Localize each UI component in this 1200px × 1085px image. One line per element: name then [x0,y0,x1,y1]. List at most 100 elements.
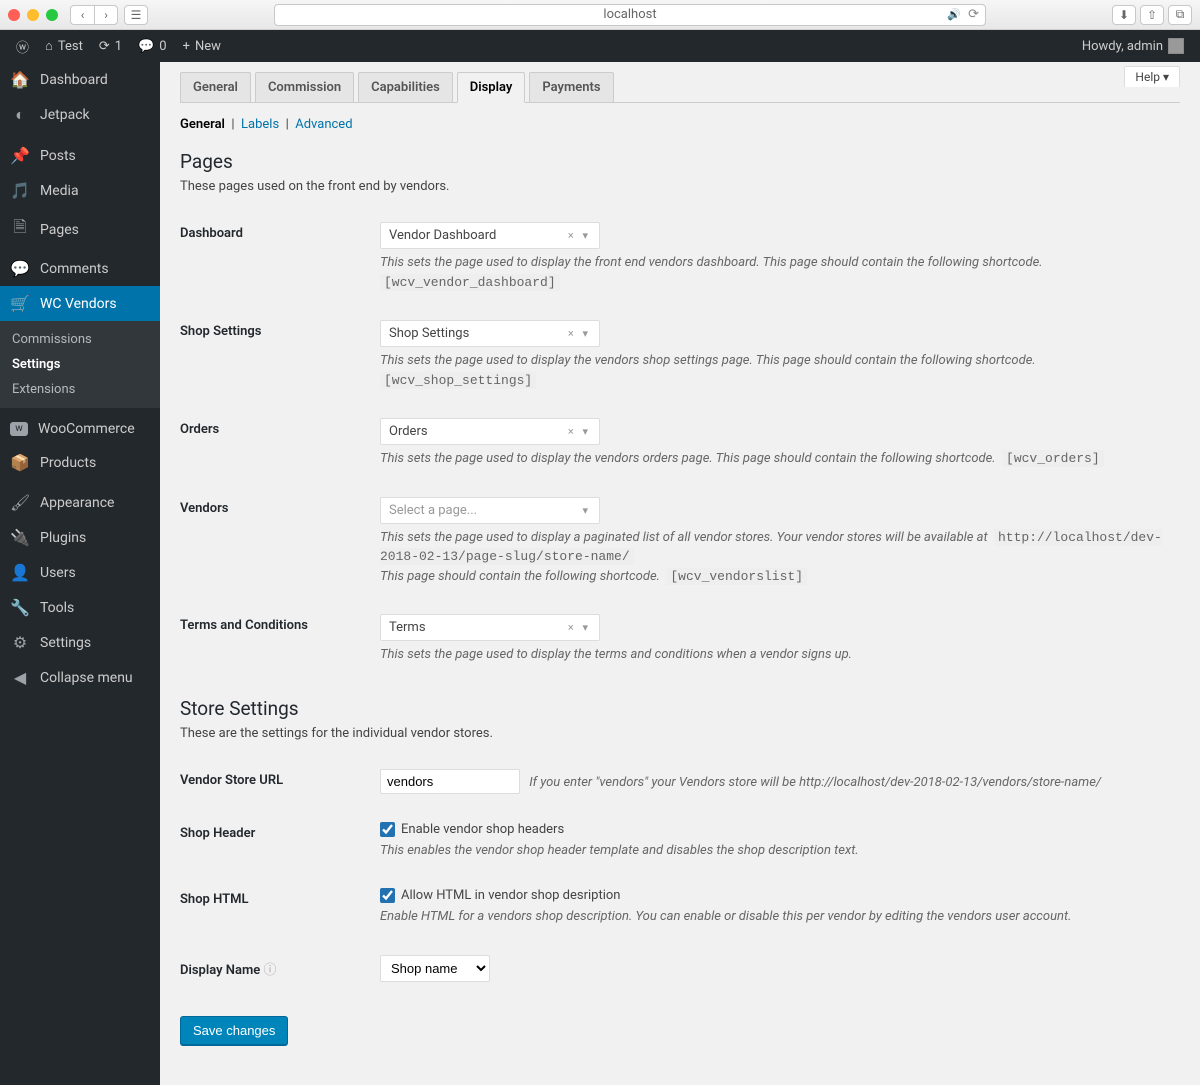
users-icon: 👤 [10,563,30,582]
dashboard-label: Dashboard [180,222,380,292]
cart-icon: 🛒 [10,294,30,313]
appearance-icon: 🖌 [10,493,30,512]
submenu-commissions[interactable]: Commissions [0,327,160,352]
store-url-help: If you enter "vendors" your Vendors stor… [529,775,1101,790]
orders-page-select[interactable]: Orders× ▾ [380,418,600,445]
terms-help: This sets the page used to display the t… [380,645,1180,665]
store-url-input[interactable] [380,769,520,794]
select-controls-icon: × ▾ [568,327,591,340]
wp-admin-bar: ⓦ ⌂Test ⟳1 💬0 +New Howdy, admin [0,30,1200,62]
minimize-window-icon[interactable] [27,9,39,21]
pages-icon: 🗎 [10,216,30,243]
sidebar-item-media[interactable]: 🎵Media [0,173,160,208]
shop-html-checkbox-label: Allow HTML in vendor shop desription [401,888,620,903]
tab-payments[interactable]: Payments [529,72,613,102]
woocommerce-icon: w [10,422,28,436]
select-controls-icon: × ▾ [568,621,591,634]
main-content: General Commission Capabilities Display … [160,62,1200,1085]
browser-chrome: ‹ › ☰ localhost 🔊 ⟳ ⬇ ⇧ ⧉ [0,0,1200,30]
help-tip-icon[interactable]: ⓘ [264,963,277,978]
shop-header-label: Shop Header [180,822,380,861]
admin-sidebar: 🏠Dashboard ◐Jetpack 📌Posts 🎵Media 🗎Pages… [0,62,160,1085]
vendors-page-select[interactable]: Select a page...▾ [380,497,600,524]
display-name-select[interactable]: Shop name [380,955,490,982]
sidebar-item-posts[interactable]: 📌Posts [0,138,160,173]
home-icon: ⌂ [45,38,53,54]
update-icon: ⟳ [99,39,110,54]
sidebar-item-users[interactable]: 👤Users [0,555,160,590]
tab-general[interactable]: General [180,72,251,102]
submenu-extensions[interactable]: Extensions [0,377,160,402]
display-name-label: Display Name ⓘ [180,955,380,982]
comments-link[interactable]: 💬0 [130,30,175,62]
reload-icon[interactable]: ⟳ [968,7,979,22]
subtab-advanced[interactable]: Advanced [295,117,352,132]
sidebar-item-dashboard[interactable]: 🏠Dashboard [0,62,160,97]
collapse-icon: ◀ [10,668,30,687]
close-window-icon[interactable] [8,9,20,21]
subtab-general[interactable]: General [180,117,225,132]
jetpack-icon: ◐ [10,105,30,125]
submenu-settings[interactable]: Settings [0,352,160,377]
store-url-label: Vendor Store URL [180,769,380,794]
select-controls-icon: × ▾ [568,425,591,438]
maximize-window-icon[interactable] [46,9,58,21]
site-link[interactable]: ⌂Test [37,30,91,62]
shop-header-checkbox[interactable] [380,822,395,837]
forward-button[interactable]: › [94,5,118,25]
sidebar-item-plugins[interactable]: 🔌Plugins [0,520,160,555]
store-heading: Store Settings [180,697,1180,720]
subtab-labels[interactable]: Labels [241,117,279,132]
shop-label: Shop Settings [180,320,380,390]
address-text: localhost [603,7,656,22]
pin-icon: 📌 [10,146,30,165]
products-icon: 📦 [10,453,30,472]
shop-help: This sets the page used to display the v… [380,351,1180,390]
dashboard-page-select[interactable]: Vendor Dashboard× ▾ [380,222,600,249]
settings-icon: ⚙ [10,633,30,652]
help-button[interactable]: Help ▾ [1124,66,1180,87]
tab-display[interactable]: Display [457,72,526,103]
shop-header-checkbox-label: Enable vendor shop headers [401,822,564,837]
orders-label: Orders [180,418,380,469]
sidebar-item-appearance[interactable]: 🖌Appearance [0,485,160,520]
plugins-icon: 🔌 [10,528,30,547]
updates-link[interactable]: ⟳1 [91,30,130,62]
sidebar-item-pages[interactable]: 🗎Pages [0,208,160,251]
sidebar-item-settings[interactable]: ⚙Settings [0,625,160,660]
wp-logo-link[interactable]: ⓦ [8,30,37,62]
back-button[interactable]: ‹ [70,5,94,25]
tab-capabilities[interactable]: Capabilities [358,72,453,102]
media-icon: 🎵 [10,181,30,200]
shop-html-help: Enable HTML for a vendors shop descripti… [380,907,1180,927]
sidebar-item-wcvendors[interactable]: 🛒WC Vendors [0,286,160,321]
terms-page-select[interactable]: Terms× ▾ [380,614,600,641]
store-desc: These are the settings for the individua… [180,726,1180,741]
pages-heading: Pages [180,150,1180,173]
select-controls-icon: × ▾ [568,229,591,242]
tab-bar: General Commission Capabilities Display … [180,72,1180,103]
orders-help: This sets the page used to display the v… [380,449,1180,469]
shop-page-select[interactable]: Shop Settings× ▾ [380,320,600,347]
speaker-icon[interactable]: 🔊 [947,8,961,21]
new-content-link[interactable]: +New [175,30,229,62]
sidebar-item-comments[interactable]: 💬Comments [0,251,160,286]
save-button[interactable]: Save changes [180,1016,288,1045]
download-button[interactable]: ⬇ [1112,5,1136,25]
tabs-button[interactable]: ⧉ [1168,5,1192,25]
address-bar[interactable]: localhost 🔊 ⟳ [274,4,986,26]
sidebar-item-jetpack[interactable]: ◐Jetpack [0,97,160,133]
shop-html-checkbox[interactable] [380,888,395,903]
terms-label: Terms and Conditions [180,614,380,665]
dashboard-help: This sets the page used to display the f… [380,253,1180,292]
sidebar-item-products[interactable]: 📦Products [0,445,160,480]
account-link[interactable]: Howdy, admin [1074,30,1192,62]
sidebar-submenu: Commissions Settings Extensions [0,321,160,408]
sidebar-item-woocommerce[interactable]: wWooCommerce [0,413,160,445]
tab-commission[interactable]: Commission [255,72,354,102]
sidebar-item-tools[interactable]: 🔧Tools [0,590,160,625]
sidebar-collapse[interactable]: ◀Collapse menu [0,660,160,695]
vendors-label: Vendors [180,497,380,587]
sidebar-toggle-button[interactable]: ☰ [124,5,148,25]
share-button[interactable]: ⇧ [1140,5,1164,25]
